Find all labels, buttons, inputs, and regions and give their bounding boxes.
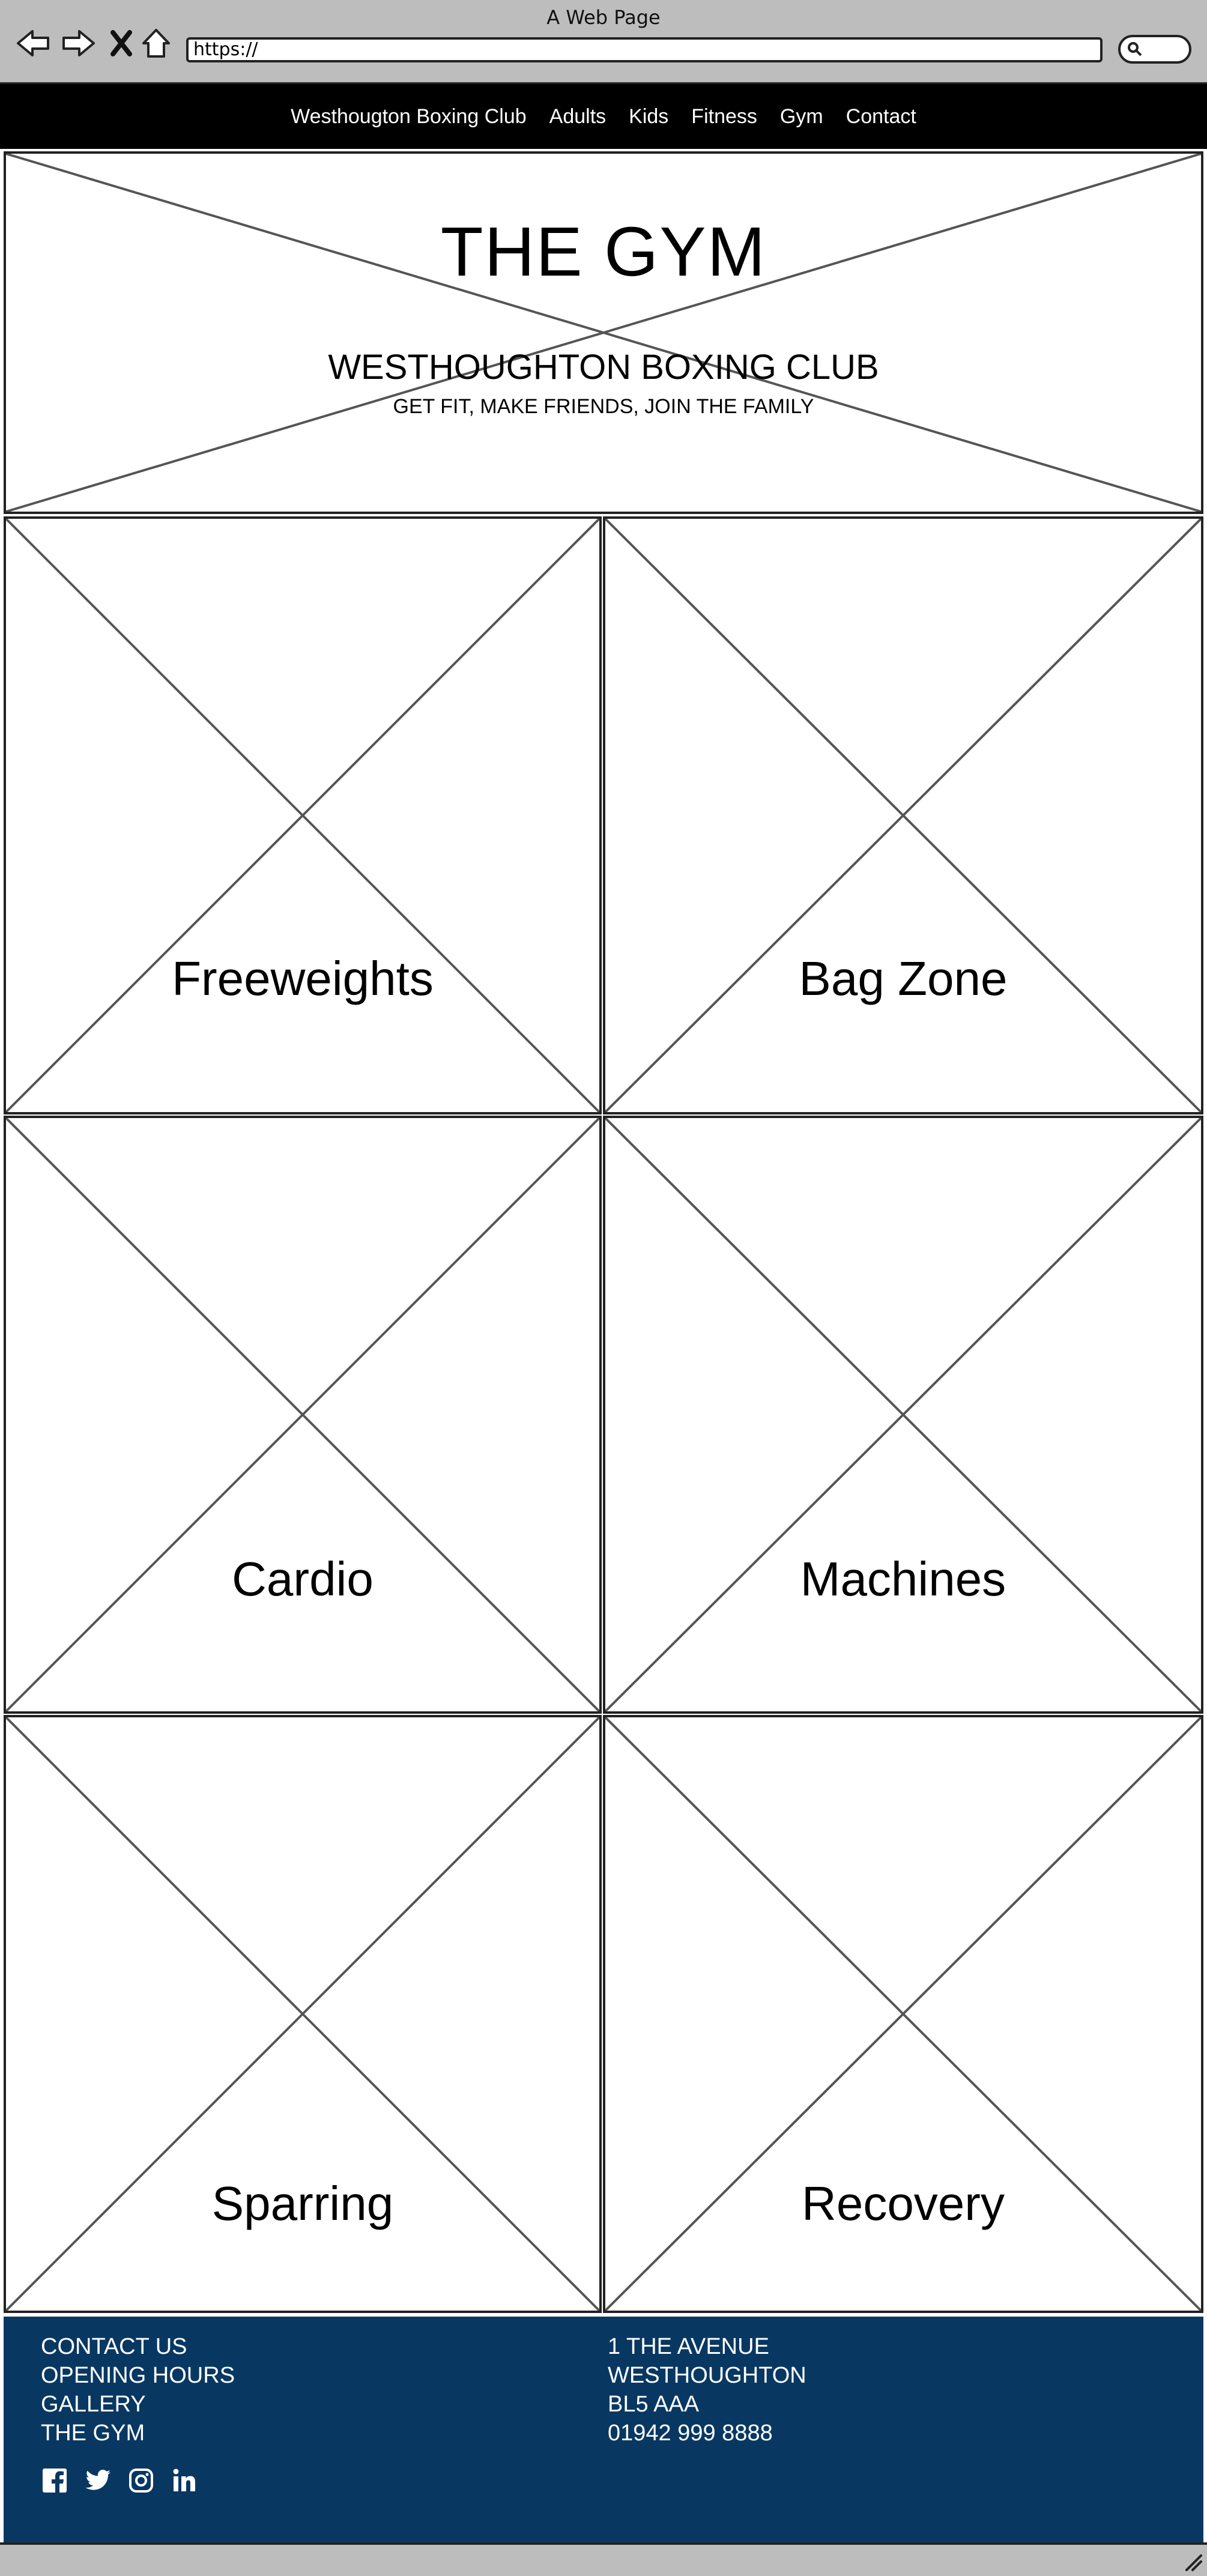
tile-label: Machines [800,1552,1006,1606]
nav-link-gym[interactable]: Gym [780,105,823,128]
phone-number: 01942 999 8888 [608,2420,773,2446]
nav-link-contact[interactable]: Contact [846,105,916,128]
footer-link-the-gym[interactable]: THE GYM [41,2419,235,2448]
window-title: A Web Page [546,6,661,29]
hero-title: THE GYM [440,213,767,291]
hero-subtitle: WESTHOUGHTON BOXING CLUB [328,348,879,387]
browser-chrome: A Web Page https:// [0,0,1207,84]
home-icon[interactable] [138,25,174,61]
browser-search-field[interactable] [1118,35,1191,64]
address-line: WESTHOUGHTON [608,2363,806,2388]
hero-tagline: GET FIT, MAKE FRIENDS, JOIN THE FAMILY [393,395,814,418]
address-line: 1 THE AVENUE [608,2334,769,2359]
tile-label: Recovery [802,2177,1005,2230]
browser-status-bar [0,2542,1207,2576]
tile-freeweights[interactable]: Freeweights [4,516,602,1114]
social-links [41,2467,198,2494]
nav-link-kids[interactable]: Kids [629,105,668,128]
footer-address: 1 THE AVENUE WESTHOUGHTON BL5 AAA 01942 … [608,2332,806,2448]
facebook-icon[interactable] [41,2467,68,2494]
footer-links: CONTACT US OPENING HOURS GALLERY THE GYM [41,2332,235,2448]
forward-icon[interactable] [60,25,96,61]
tile-label: Bag Zone [799,952,1008,1005]
footer-link-gallery[interactable]: GALLERY [41,2390,235,2419]
site-nav: Westhougton Boxing Club Adults Kids Fitn… [0,84,1207,149]
linkedin-icon[interactable] [171,2467,198,2494]
tile-recovery[interactable]: Recovery [603,1715,1203,2313]
tile-sparring[interactable]: Sparring [4,1715,602,2313]
site-footer: CONTACT US OPENING HOURS GALLERY THE GYM… [4,2317,1203,2542]
tile-bag-zone[interactable]: Bag Zone [603,516,1203,1114]
footer-link-opening-hours[interactable]: OPENING HOURS [41,2361,235,2390]
url-input[interactable]: https:// [186,37,1103,62]
tile-machines[interactable]: Machines [603,1116,1203,1714]
tile-label: Sparring [211,2177,394,2230]
resize-grip-icon[interactable] [1182,2551,1203,2572]
footer-link-contact-us[interactable]: CONTACT US [41,2332,235,2361]
stop-icon[interactable] [103,25,139,61]
nav-link-home[interactable]: Westhougton Boxing Club [291,105,527,128]
twitter-icon[interactable] [84,2467,112,2494]
tile-label: Freeweights [172,952,434,1005]
hero-image-placeholder [4,151,1203,514]
back-icon[interactable] [16,25,52,61]
search-icon [1127,41,1143,60]
instagram-icon[interactable] [127,2467,155,2494]
tile-label: Cardio [232,1552,374,1606]
nav-link-fitness[interactable]: Fitness [691,105,757,128]
nav-link-adults[interactable]: Adults [549,105,607,128]
address-line: BL5 AAA [608,2392,700,2417]
tile-cardio[interactable]: Cardio [4,1116,602,1714]
